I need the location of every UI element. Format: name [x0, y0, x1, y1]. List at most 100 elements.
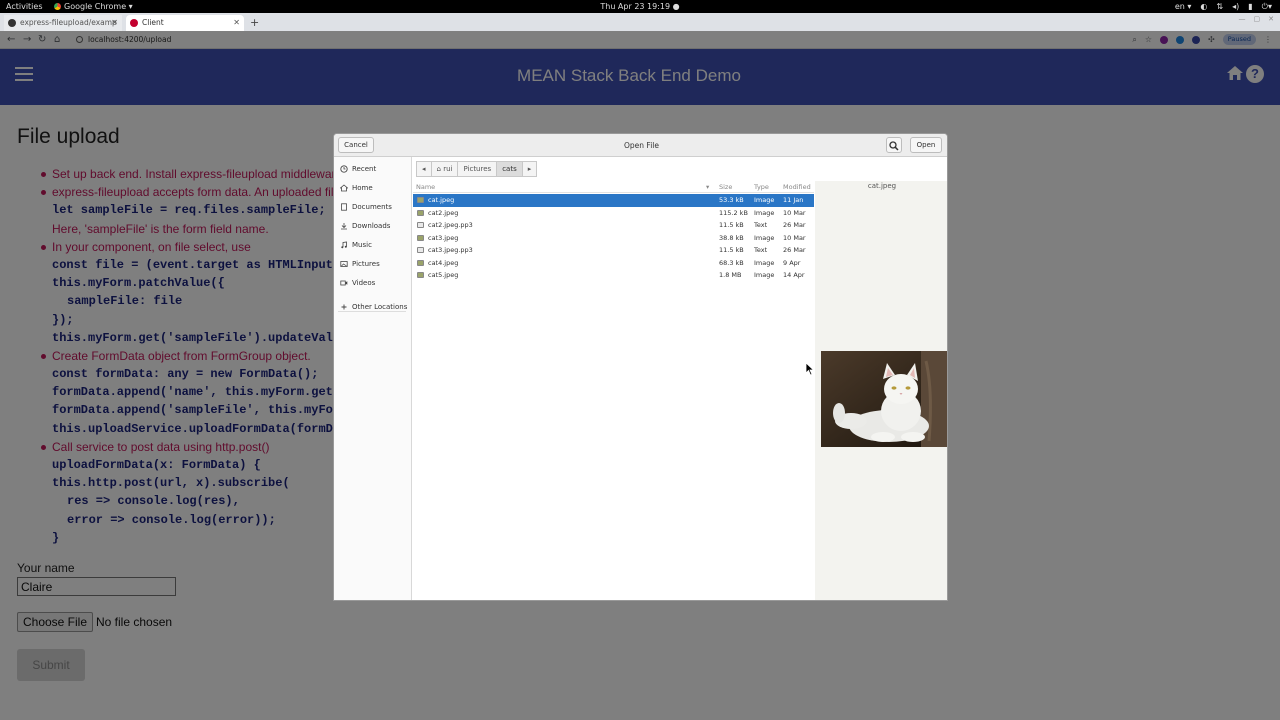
tab-label: express-fileupload/examp	[20, 18, 117, 27]
place-music[interactable]: Music	[340, 236, 410, 254]
file-modified: 26 Mar	[783, 221, 806, 229]
column-name[interactable]: Name	[416, 181, 435, 193]
place-videos[interactable]: Videos	[340, 274, 410, 292]
system-top-bar: Activities Google Chrome ▾ Thu Apr 23 19…	[0, 0, 1280, 13]
place-documents[interactable]: Documents	[340, 198, 410, 216]
path-bar: ◂ ⌂ rui Pictures cats ▸	[416, 161, 538, 177]
place-label: Pictures	[352, 260, 380, 268]
file-row[interactable]: cat2.jpeg.pp3 11.5 kB Text 26 Mar	[413, 219, 814, 232]
file-name: cat2.jpeg.pp3	[428, 221, 473, 229]
preview-filename: cat.jpeg	[867, 182, 897, 190]
file-name: cat2.jpeg	[428, 208, 459, 217]
sort-chevron-down-icon[interactable]: ▾	[706, 181, 709, 193]
clock[interactable]: Thu Apr 23 19:19 ●	[0, 0, 1280, 13]
image-file-icon	[417, 209, 424, 216]
close-tab-icon[interactable]: ✕	[111, 15, 118, 31]
battery-icon[interactable]: ▮	[1248, 0, 1252, 13]
place-label: Downloads	[352, 222, 391, 230]
column-type[interactable]: Type	[754, 181, 769, 193]
file-size: 38.8 kB	[719, 233, 744, 242]
place-label: Documents	[352, 203, 392, 211]
tab-label: Client	[142, 18, 164, 27]
close-window-icon[interactable]: ✕	[1268, 15, 1274, 23]
place-label: Videos	[352, 279, 376, 287]
file-type: Image	[754, 233, 775, 242]
file-size: 11.5 kB	[719, 246, 744, 254]
tab-client[interactable]: Client ✕	[126, 15, 244, 31]
file-row[interactable]: cat5.jpeg 1.8 MB Image 14 Apr	[413, 269, 814, 282]
file-name: cat4.jpeg	[428, 258, 459, 267]
path-back-button[interactable]: ◂	[416, 161, 432, 177]
image-file-icon	[417, 259, 424, 266]
file-size: 115.2 kB	[719, 208, 748, 217]
search-button[interactable]	[886, 137, 902, 153]
file-row[interactable]: cat3.jpeg.pp3 11.5 kB Text 26 Mar	[413, 244, 814, 257]
file-row[interactable]: cat2.jpeg 115.2 kB Image 10 Mar	[413, 207, 814, 220]
dialog-header: Open File Cancel Open	[334, 134, 947, 157]
places-sidebar: Recent Home Documents Downloads Music Pi…	[334, 157, 412, 600]
volume-icon[interactable]: ◂)	[1232, 0, 1239, 13]
file-type: Text	[754, 246, 768, 254]
path-forward-button[interactable]: ▸	[521, 161, 538, 177]
place-recent[interactable]: Recent	[340, 160, 410, 178]
language-indicator[interactable]: en ▾	[1175, 0, 1192, 13]
image-file-icon	[417, 272, 424, 278]
place-other-locations[interactable]: Other Locations	[340, 298, 410, 316]
minimize-icon[interactable]: —	[1239, 15, 1246, 23]
file-row[interactable]: cat4.jpeg 68.3 kB Image 9 Apr	[413, 257, 814, 270]
mouse-cursor-icon	[805, 362, 815, 376]
accessibility-icon[interactable]: ◐	[1200, 0, 1207, 13]
file-modified: 26 Mar	[783, 246, 806, 254]
file-modified: 11 Jan	[783, 196, 804, 204]
plus-icon	[341, 304, 347, 310]
file-modified: 10 Mar	[783, 233, 806, 242]
github-icon	[8, 19, 16, 27]
file-type: Image	[754, 196, 775, 204]
picture-icon	[340, 261, 348, 267]
tab-express-fileupload[interactable]: express-fileupload/examp ✕	[4, 15, 122, 31]
place-label: Music	[352, 241, 372, 249]
image-file-icon	[417, 197, 424, 203]
file-type: Image	[754, 258, 775, 267]
path-crumb[interactable]: Pictures	[457, 161, 498, 177]
path-crumb-home[interactable]: ⌂ rui	[430, 161, 459, 177]
download-icon	[341, 223, 347, 230]
file-list-header: Name ▾ Size Type Modified	[413, 181, 814, 193]
file-type: Image	[754, 208, 775, 217]
place-label: Recent	[352, 165, 377, 173]
column-modified[interactable]: Modified	[783, 181, 811, 193]
file-name: cat5.jpeg	[428, 271, 459, 279]
system-tray[interactable]: en ▾ ◐ ⇅ ◂) ▮ ⏻▾	[1175, 0, 1272, 13]
search-icon	[889, 141, 899, 151]
file-size: 1.8 MB	[719, 271, 742, 279]
file-type: Image	[754, 271, 775, 279]
cancel-button[interactable]: Cancel	[338, 137, 374, 153]
file-modified: 14 Apr	[783, 271, 805, 279]
file-row[interactable]: cat.jpeg 53.3 kB Image 11 Jan	[413, 194, 814, 207]
place-downloads[interactable]: Downloads	[340, 217, 410, 235]
preview-pane: cat.jpeg	[815, 181, 947, 600]
network-icon[interactable]: ⇅	[1216, 0, 1223, 13]
clock-icon	[340, 165, 348, 173]
column-size[interactable]: Size	[719, 181, 732, 193]
new-tab-button[interactable]: +	[250, 15, 259, 31]
place-home[interactable]: Home	[340, 179, 410, 197]
text-file-icon	[417, 222, 424, 228]
place-label: Home	[352, 184, 373, 192]
window-controls: — ▢ ✕	[1239, 15, 1275, 23]
file-size: 11.5 kB	[719, 221, 744, 229]
file-name: cat3.jpeg	[428, 233, 459, 242]
file-modified: 9 Apr	[783, 258, 801, 267]
path-crumb-current[interactable]: cats	[496, 161, 523, 177]
text-file-icon	[417, 247, 424, 253]
place-pictures[interactable]: Pictures	[340, 255, 410, 273]
file-name: cat.jpeg	[428, 196, 455, 204]
close-tab-icon[interactable]: ✕	[233, 15, 240, 31]
tab-strip: express-fileupload/examp ✕ Client ✕ + — …	[0, 13, 1280, 31]
open-button[interactable]: Open	[910, 137, 942, 153]
video-icon	[340, 280, 348, 286]
maximize-icon[interactable]: ▢	[1254, 15, 1261, 23]
power-icon[interactable]: ⏻▾	[1262, 0, 1272, 13]
file-row[interactable]: cat3.jpeg 38.8 kB Image 10 Mar	[413, 232, 814, 245]
crumb-label: rui	[443, 165, 453, 173]
